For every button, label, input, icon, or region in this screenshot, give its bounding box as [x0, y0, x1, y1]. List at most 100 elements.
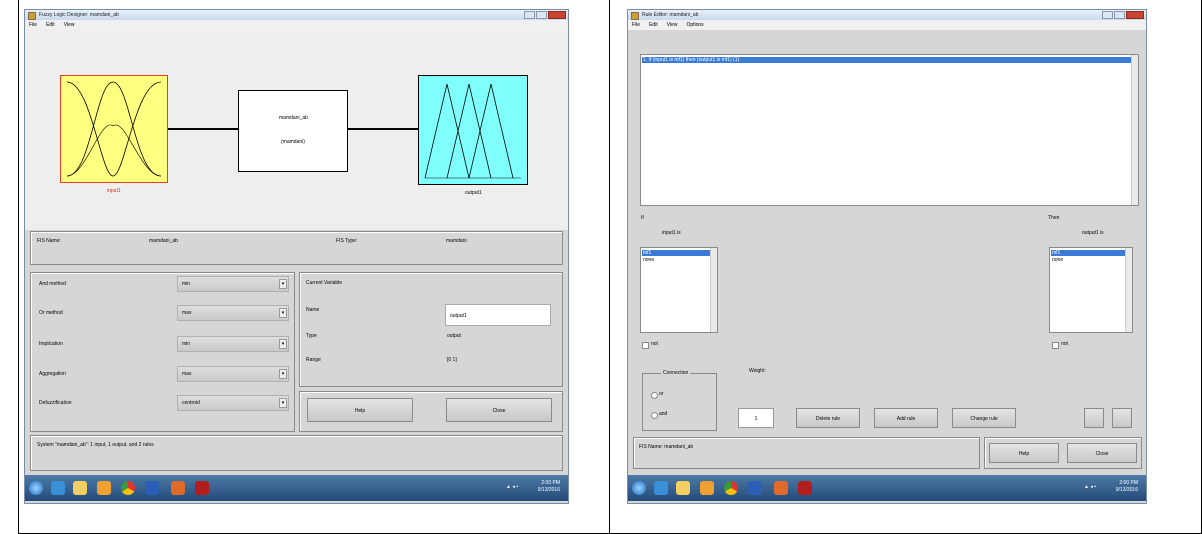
fis-name-value: mamdani_ab — [149, 238, 178, 244]
output-mf-item[interactable]: mf1 — [1051, 250, 1126, 256]
output-connector — [348, 128, 418, 130]
input-not-checkbox[interactable] — [642, 342, 649, 349]
ie-icon[interactable] — [51, 481, 65, 495]
variable-range-label: Range — [306, 357, 321, 363]
system-tray[interactable]: ▲ ◂ ▪ — [1084, 484, 1106, 490]
chevron-down-icon: ▾ — [279, 369, 287, 379]
app-icon — [28, 12, 36, 20]
aggregation-value: max — [182, 371, 192, 377]
media-player-icon[interactable] — [97, 481, 111, 495]
close-icon[interactable] — [1126, 11, 1144, 19]
system-tray[interactable]: ▲ ◂ ▪ — [506, 484, 528, 490]
word-icon[interactable] — [748, 481, 762, 495]
variable-name-label: Name — [306, 307, 320, 313]
help-button[interactable]: Help — [307, 398, 413, 422]
input-mf-item[interactable]: mf1 — [642, 250, 711, 256]
input-mf-item[interactable]: none — [643, 257, 654, 263]
and-method-dropdown[interactable]: min ▾ — [177, 276, 289, 292]
menu-edit[interactable]: Edit — [649, 22, 658, 28]
menu-file[interactable]: File — [632, 22, 640, 28]
close-button-label: Close — [1095, 451, 1109, 457]
add-rule-button[interactable]: Add rule — [874, 408, 938, 428]
media-player-icon[interactable] — [700, 481, 714, 495]
status-text: System "mamdani_ab": 1 input, 1 output, … — [37, 442, 154, 448]
output-list-scrollbar[interactable] — [1125, 248, 1132, 332]
status-panel: System "mamdani_ab": 1 input, 1 output, … — [30, 435, 563, 471]
taskbar: ▲ ◂ ▪ 2:00 PM 9/13/2016 — [25, 475, 568, 501]
input-connector — [168, 128, 238, 130]
pdf-icon[interactable] — [195, 481, 209, 495]
menu-bar: File Edit View — [25, 20, 568, 30]
folder-icon[interactable] — [73, 481, 87, 495]
minimize-icon[interactable] — [1102, 11, 1113, 19]
ie-icon[interactable] — [654, 481, 668, 495]
chevron-down-icon: ▾ — [279, 308, 287, 318]
start-button-icon[interactable] — [29, 481, 43, 495]
clock[interactable]: 2:00 PM 9/13/2016 — [538, 480, 560, 494]
chrome-icon[interactable] — [121, 481, 135, 495]
input-block[interactable] — [60, 75, 168, 183]
output-block[interactable] — [418, 75, 528, 185]
close-button[interactable]: Close — [446, 398, 552, 422]
maximize-icon[interactable] — [536, 11, 547, 19]
variable-name-field[interactable]: output1 — [445, 304, 551, 326]
and-radio[interactable] — [651, 412, 658, 419]
pdf-icon[interactable] — [798, 481, 812, 495]
input-list-scrollbar[interactable] — [710, 248, 717, 332]
change-rule-button[interactable]: Change rule — [952, 408, 1016, 428]
close-icon[interactable] — [548, 11, 566, 19]
fis-type-value: mamdani — [446, 238, 467, 244]
variable-range-value: [0 1] — [447, 357, 457, 363]
fis-name-label: FIS Name: — [37, 238, 61, 244]
word-icon[interactable] — [145, 481, 159, 495]
input-mf-list[interactable]: mf1 none — [640, 247, 718, 333]
menu-view[interactable]: View — [667, 22, 678, 28]
menu-file[interactable]: File — [29, 22, 37, 28]
output-block-label: output1 — [465, 190, 482, 196]
method-label-aggregation: Aggregation — [39, 371, 66, 377]
clock-date: 9/13/2016 — [537, 487, 560, 493]
or-radio[interactable] — [651, 392, 658, 399]
aggregation-dropdown[interactable]: max ▾ — [177, 366, 289, 382]
implication-dropdown[interactable]: min ▾ — [177, 336, 289, 352]
folder-icon[interactable] — [676, 481, 690, 495]
menu-view[interactable]: View — [64, 22, 75, 28]
help-button[interactable]: Help — [989, 443, 1059, 463]
output-variable-label: output1 is — [1082, 230, 1104, 236]
menu-edit[interactable]: Edit — [46, 22, 55, 28]
rule-list-scrollbar[interactable] — [1131, 55, 1138, 205]
menu-options[interactable]: Options — [686, 22, 703, 28]
and-method-value: min — [182, 281, 191, 287]
chrome-icon[interactable] — [724, 481, 738, 495]
fis-info-panel: FIS Name: mamdani_ab FIS Type: mamdani — [30, 231, 563, 265]
weight-input[interactable]: 1 — [738, 408, 774, 428]
maximize-icon[interactable] — [1114, 11, 1125, 19]
clock-time: 2:00 PM — [1119, 480, 1138, 486]
method-label-defuzzification: Defuzzification — [39, 400, 72, 406]
minimize-icon[interactable] — [524, 11, 535, 19]
output-not-checkbox[interactable] — [1052, 342, 1059, 349]
next-button[interactable] — [1112, 408, 1132, 428]
start-button-icon[interactable] — [632, 481, 646, 495]
delete-rule-label: Delete rule — [815, 416, 841, 422]
title-bar: Fuzzy Logic Designer: mamdani_ab — [25, 10, 568, 20]
matlab-icon[interactable] — [171, 481, 185, 495]
fis-center-block[interactable]: mamdani_ab (mamdani) — [238, 90, 348, 172]
output-mf-list[interactable]: mf1 none — [1049, 247, 1133, 333]
delete-rule-button[interactable]: Delete rule — [796, 408, 860, 428]
close-button[interactable]: Close — [1067, 443, 1137, 463]
rule-list[interactable]: 1. If (input1 is mf1) then (output1 is m… — [640, 54, 1139, 206]
or-method-dropdown[interactable]: max ▾ — [177, 305, 289, 321]
input-block-label: input1 — [107, 188, 121, 194]
output-mf-item[interactable]: none — [1052, 257, 1063, 263]
rule-item[interactable]: 1. If (input1 is mf1) then (output1 is m… — [642, 57, 1132, 63]
matlab-icon[interactable] — [774, 481, 788, 495]
current-variable-title: Current Variable — [306, 280, 343, 286]
input-mf-plot — [66, 81, 162, 177]
clock[interactable]: 2:00 PM 9/13/2016 — [1116, 480, 1138, 494]
and-label: and — [659, 411, 668, 417]
column-divider — [609, 0, 610, 534]
defuzzification-dropdown[interactable]: centroid ▾ — [177, 395, 289, 411]
fis-name-text: mamdani_ab — [279, 115, 308, 121]
previous-button[interactable] — [1084, 408, 1104, 428]
